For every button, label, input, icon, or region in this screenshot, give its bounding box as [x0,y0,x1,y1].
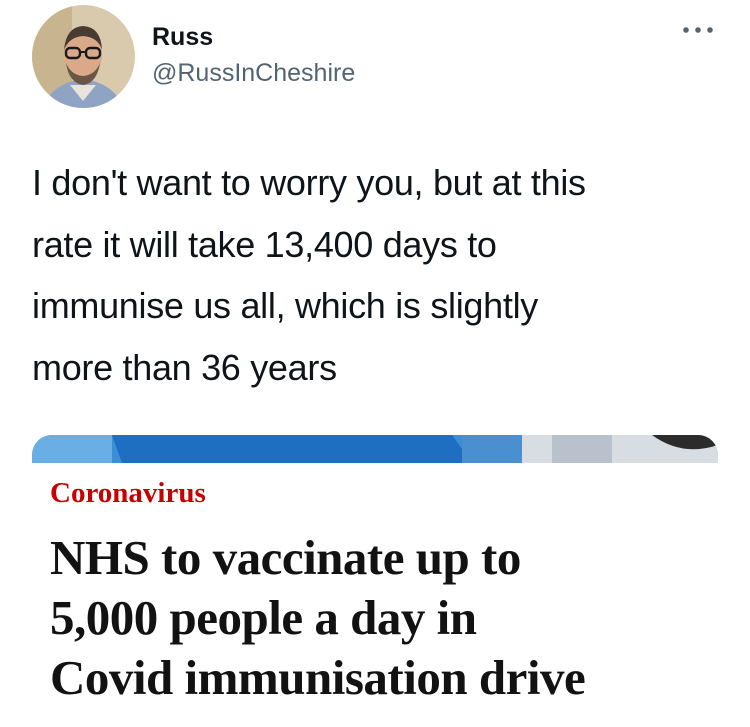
tweet-text: I don't want to worry you, but at this r… [32,162,586,388]
link-card[interactable]: Coronavirus NHS to vaccinate up to 5,000… [32,435,718,727]
card-kicker: Coronavirus [50,477,206,509]
display-name[interactable]: Russ [152,22,213,52]
avatar[interactable] [32,5,135,108]
more-horizontal-icon [683,27,713,33]
avatar-photo [32,5,135,108]
card-image [32,435,718,463]
more-options-button[interactable] [676,18,720,42]
card-headline: NHS to vaccinate up to 5,000 people a da… [50,530,586,705]
user-handle[interactable]: @RussInCheshire [152,58,355,88]
